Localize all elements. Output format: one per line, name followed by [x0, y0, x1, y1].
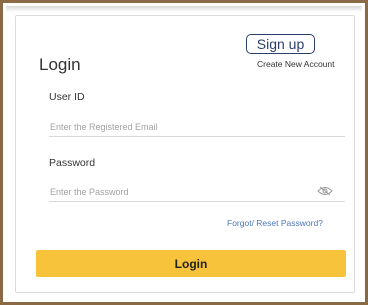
top-shadow [6, 6, 362, 12]
login-button[interactable]: Login [36, 250, 346, 277]
password-input[interactable] [49, 182, 345, 202]
password-label: Password [49, 157, 96, 169]
user-id-label: User ID [49, 91, 85, 103]
window-frame: Login Sign up Create New Account User ID… [0, 0, 368, 305]
user-id-input[interactable] [49, 117, 345, 137]
forgot-password-link[interactable]: Forgot/ Reset Password? [227, 218, 323, 228]
login-title: Login [39, 55, 81, 74]
eye-icon[interactable] [317, 186, 333, 196]
signup-button[interactable]: Sign up [246, 34, 315, 54]
create-account-caption: Create New Account [257, 59, 335, 69]
